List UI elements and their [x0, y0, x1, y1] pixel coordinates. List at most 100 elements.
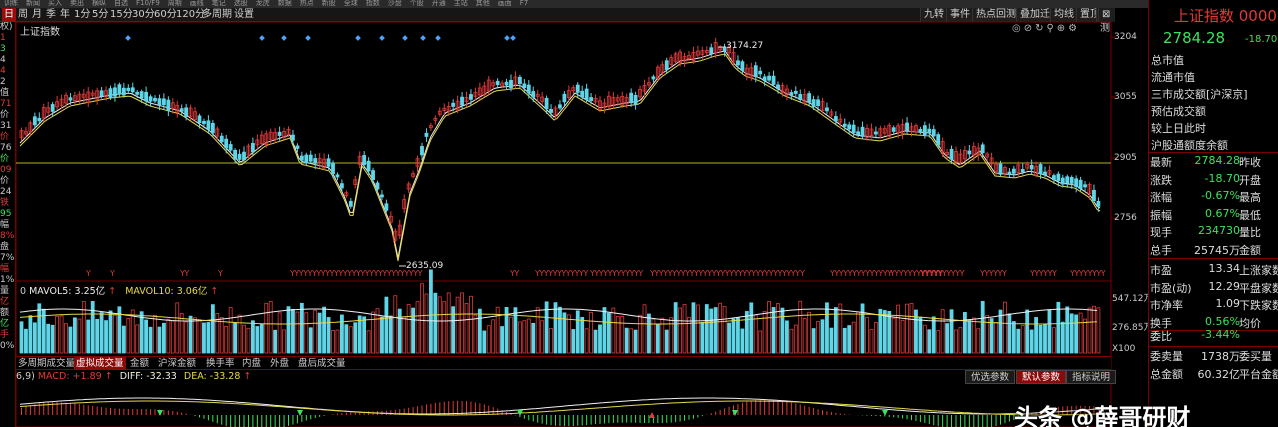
weibi-key: 委比 — [1150, 330, 1172, 343]
volume-bar — [722, 306, 727, 354]
default-params-button[interactable]: 默认参数 — [1016, 370, 1067, 384]
dea-value: DEA: -33.28 — [183, 371, 241, 382]
volume-bar — [202, 322, 206, 354]
volume-bar — [420, 283, 424, 354]
candle-body — [144, 91, 149, 102]
tab-7[interactable]: 盘后成交量 — [296, 357, 348, 370]
volume-bar — [32, 322, 37, 354]
volume-bar — [1065, 306, 1070, 354]
volume-bar — [896, 304, 901, 354]
volume-bar — [736, 317, 740, 354]
volume-bar — [713, 307, 718, 354]
diff-line — [19, 397, 1097, 415]
volume-bar — [113, 314, 117, 354]
volume-bar — [518, 321, 522, 354]
price-axis-label: 3204 — [1114, 32, 1137, 42]
volume-bar — [700, 321, 705, 354]
candle-body — [629, 92, 634, 104]
order-key2: 平台金额 — [1239, 367, 1278, 381]
tab-5[interactable]: 内盘 — [240, 357, 263, 370]
tab-2[interactable]: 金额 — [128, 357, 151, 370]
volume-bar — [273, 329, 278, 354]
volume-bar — [642, 304, 647, 354]
volume-bar — [242, 324, 246, 354]
tab-0[interactable]: 多周期成交量 — [16, 357, 77, 370]
candle-body — [68, 97, 73, 101]
volume-bar — [455, 296, 460, 354]
info-item: 预估成交额 — [1151, 105, 1206, 118]
volume-bar — [384, 296, 389, 354]
macd-legend: 6,9) MACD: +1.89 ↑ DIFF: -32.33 DEA: -33… — [16, 371, 251, 382]
volume-bar — [50, 324, 55, 354]
y-signal: Y — [109, 269, 115, 278]
volume-axis-label: X100 — [1112, 344, 1136, 354]
candle-body — [967, 150, 972, 155]
y-signal: Y — [85, 269, 91, 278]
volume-bar — [691, 302, 696, 354]
indicator-help-button[interactable]: 指标说明 — [1066, 370, 1117, 384]
candle-body — [32, 116, 37, 126]
volume-bar — [909, 302, 914, 354]
volume-bar — [415, 301, 420, 354]
volume-bar — [73, 317, 77, 354]
candle-body — [1074, 178, 1079, 187]
volume-bar — [393, 295, 398, 354]
volume-bar — [170, 320, 175, 354]
volume-bar — [1083, 318, 1087, 354]
volume-bar — [611, 307, 616, 354]
volume-bar — [411, 307, 416, 354]
volume-bar — [295, 311, 300, 354]
volume-bar — [460, 292, 464, 354]
volume-bar — [1011, 321, 1016, 354]
tab-4[interactable]: 换手率 — [204, 357, 237, 370]
volume-bar — [1092, 305, 1096, 354]
volume-bar — [1087, 307, 1092, 354]
volume-bar — [228, 307, 233, 354]
volume-bar — [55, 315, 59, 354]
volume-bar — [589, 311, 593, 354]
candle-body — [1020, 169, 1025, 173]
volume-bar — [1047, 309, 1052, 354]
quote-key: 现手 — [1150, 226, 1172, 239]
volume-bar — [99, 312, 104, 354]
candle-body — [117, 84, 122, 95]
candle-body — [758, 70, 763, 75]
candle-body — [335, 174, 340, 178]
tab-3[interactable]: 沪深金额 — [156, 357, 198, 370]
volume-bar — [980, 300, 985, 354]
volume-bar — [104, 320, 108, 354]
candle-body — [762, 76, 767, 81]
volume-bar — [166, 318, 171, 354]
volume-bar — [264, 302, 269, 354]
candle-body — [210, 123, 215, 134]
candle-body — [664, 60, 669, 71]
candle-body — [277, 131, 282, 136]
chart-tool-icons[interactable]: ◎⊘↻⚲⊕⚙ — [1012, 23, 1080, 34]
order-key: 委卖量 — [1150, 350, 1183, 363]
volume-bar — [402, 316, 407, 354]
candle-body — [931, 129, 936, 137]
optimized-params-button[interactable]: 优选参数 — [965, 370, 1016, 384]
mavol10-arrow: ↑ — [210, 286, 219, 297]
volume-bar — [121, 325, 126, 354]
candle-body — [339, 183, 344, 189]
volume-bar — [571, 329, 576, 354]
quote-row: 振幅 0.67% 最低 — [1150, 207, 1278, 224]
candle-body — [184, 107, 189, 118]
candle-body — [139, 91, 144, 99]
volume-bar — [464, 303, 469, 354]
candle-body — [793, 90, 798, 94]
y-signal: Y — [1051, 269, 1057, 278]
panel-divider — [1149, 258, 1278, 259]
volume-bar — [255, 326, 260, 354]
volume-bar — [371, 311, 375, 354]
volume-bar — [477, 308, 482, 354]
candle-body — [753, 65, 758, 77]
candle-body — [1038, 164, 1043, 175]
candle-body — [798, 94, 803, 100]
volume-bar — [188, 315, 193, 354]
volume-bar — [353, 322, 358, 354]
tab-6[interactable]: 外盘 — [268, 357, 291, 370]
candle-body — [589, 97, 593, 101]
tab-1[interactable]: 虚拟成交量 — [74, 357, 126, 370]
